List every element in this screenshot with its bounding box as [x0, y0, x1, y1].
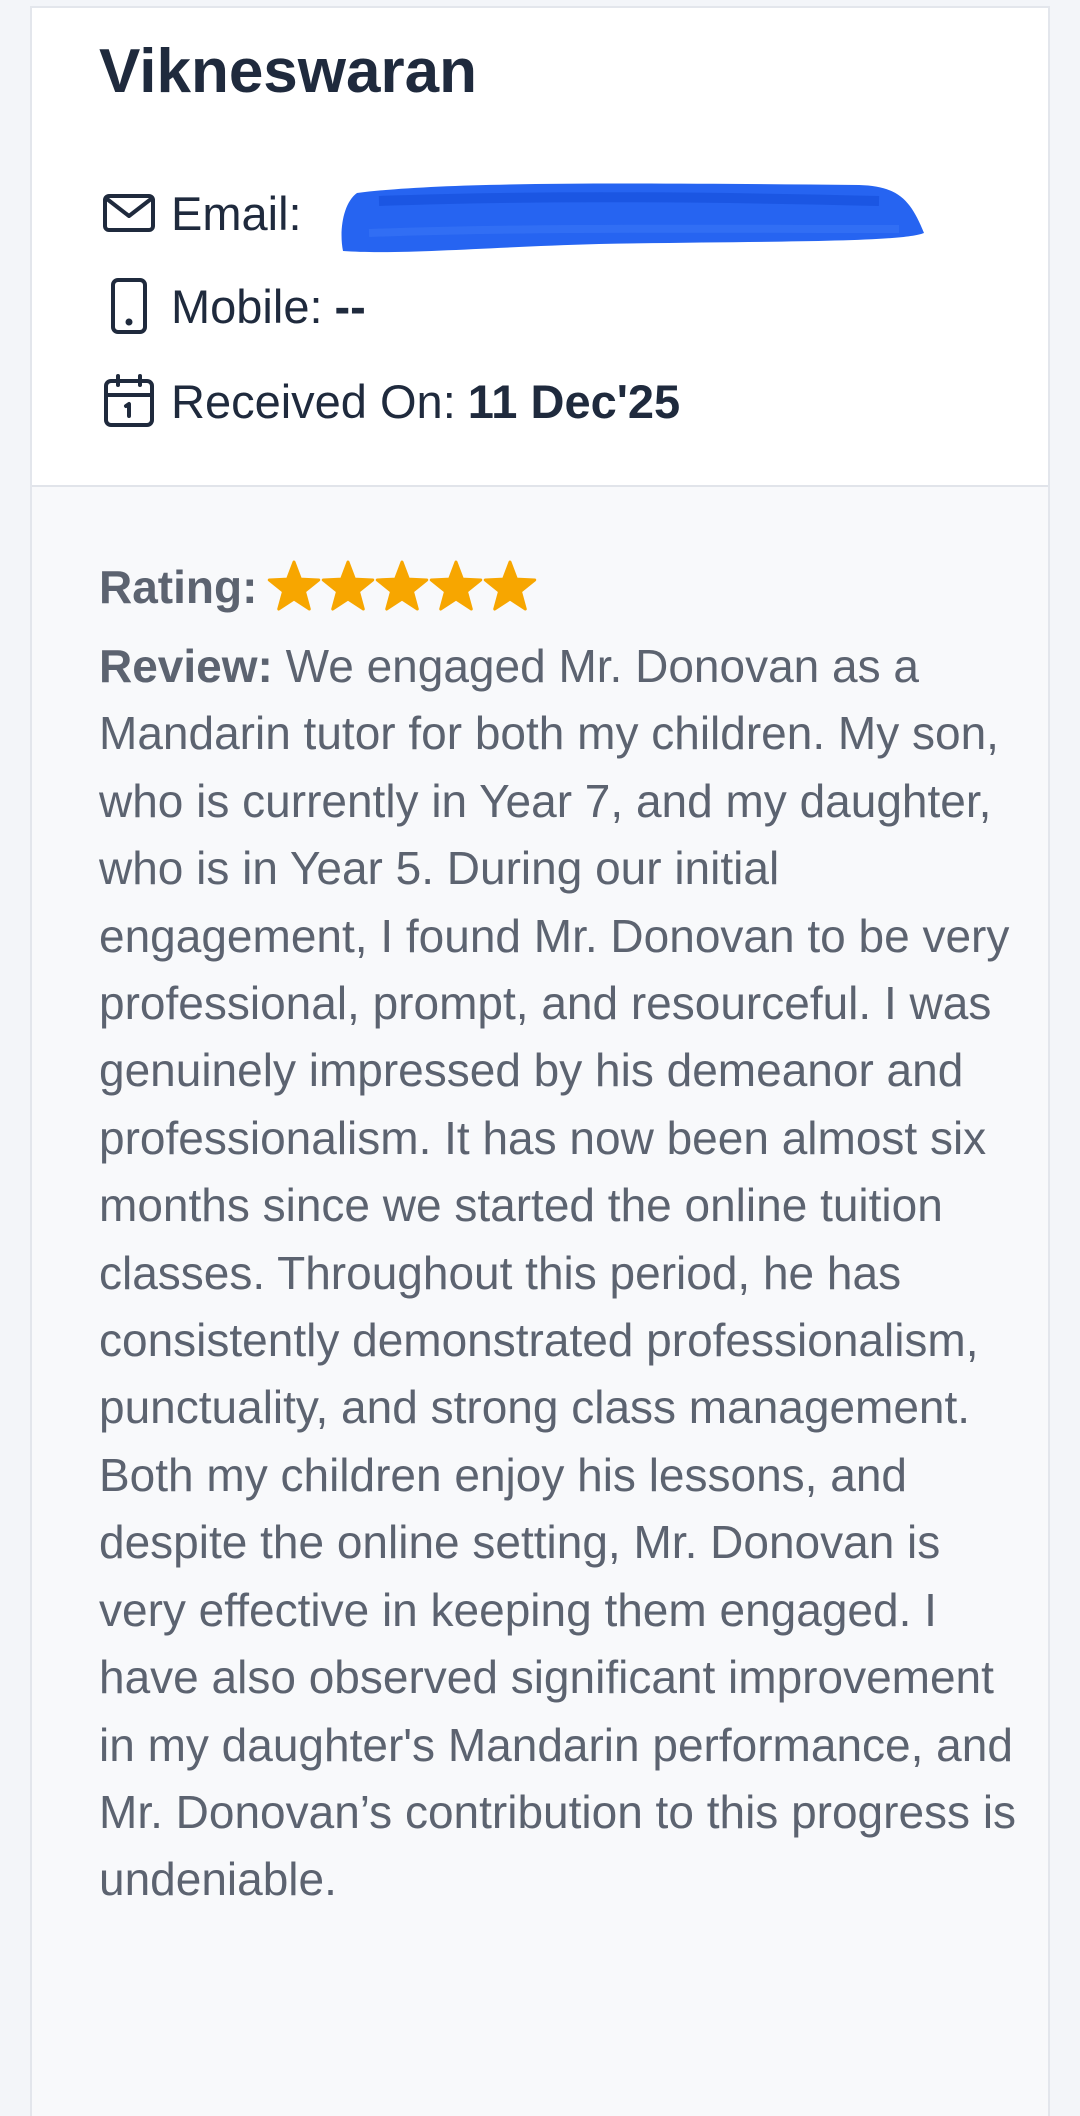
calendar-icon [99, 371, 159, 431]
rating-row: Rating: [99, 553, 1019, 621]
reviewer-name: Vikneswaran [99, 37, 477, 106]
email-label: Email: [171, 186, 302, 240]
star-icon [430, 560, 483, 611]
review-section: Rating: Review: We engaged Mr. Donovan a… [99, 553, 1019, 1914]
star-icon [322, 560, 375, 611]
star-icon [376, 560, 429, 611]
envelope-icon [99, 183, 159, 243]
star-icon [484, 560, 537, 611]
received-value: 11 Dec'25 [467, 374, 681, 428]
mobile-value: -- [334, 279, 366, 333]
review-label: Review: [99, 640, 273, 692]
rating-stars [267, 560, 537, 614]
email-row: Email: [99, 183, 302, 243]
reviewer-header: Vikneswaran Email: Mobile: -- Received O… [32, 8, 1048, 487]
mobile-label: Mobile: [171, 279, 323, 333]
rating-label: Rating: [99, 561, 258, 613]
received-label: Received On: [171, 374, 456, 428]
review-card: Vikneswaran Email: Mobile: -- Received O… [30, 6, 1050, 2116]
mobile-row: Mobile: -- [99, 276, 366, 336]
star-icon [268, 560, 321, 611]
email-redaction [339, 171, 924, 261]
review-body: Review: We engaged Mr. Donovan as a Mand… [99, 633, 1019, 1914]
phone-icon [99, 276, 159, 336]
review-text: We engaged Mr. Donovan as a Mandarin tut… [99, 640, 1017, 1906]
received-row: Received On: 11 Dec'25 [99, 371, 680, 431]
